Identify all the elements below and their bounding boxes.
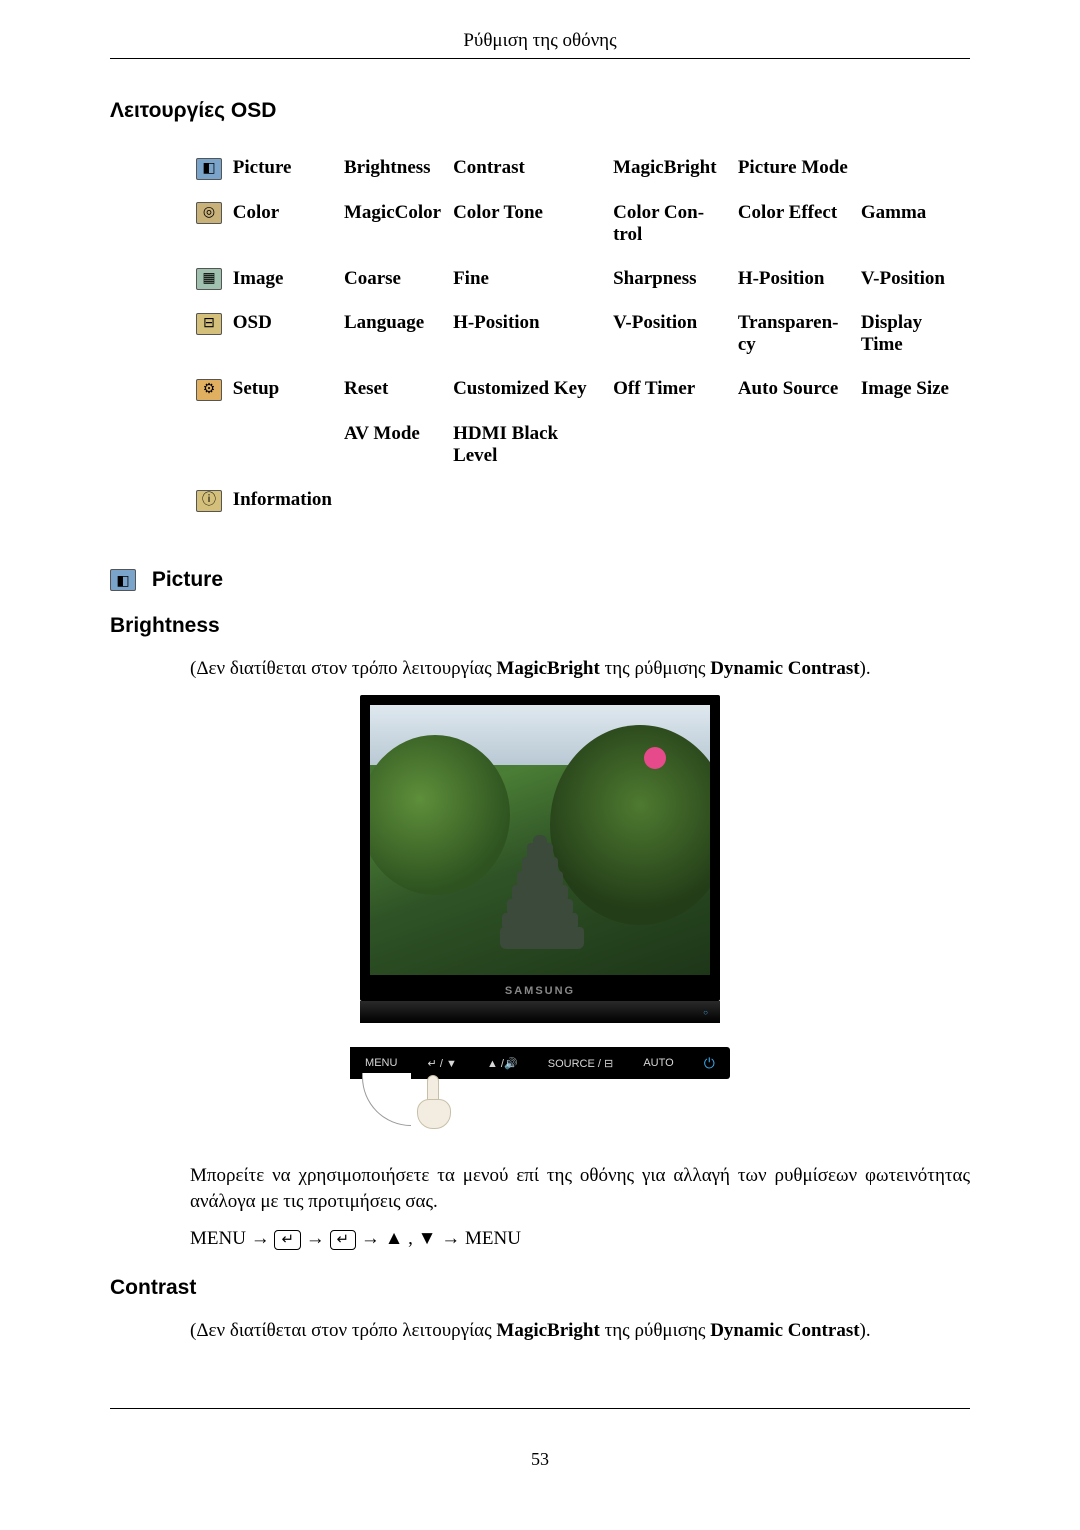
enter-down-button-label: ↵ / ▼ (428, 1057, 457, 1070)
osd-item: Contrast (447, 151, 607, 196)
setup-icon: ⚙ (196, 379, 222, 401)
monitor-brand-label: SAMSUNG (370, 975, 710, 1001)
osd-item: Color Effect (732, 196, 855, 262)
osd-item: Brightness (338, 151, 447, 196)
footer-rule (110, 1408, 970, 1409)
osd-item: Coarse (338, 262, 447, 307)
picture-section-label: Picture (152, 568, 223, 591)
brightness-description: Μπορείτε να χρησιμοποιήσετε τα μενού επί… (190, 1163, 970, 1214)
header-rule (110, 58, 970, 59)
osd-icon: ⊟ (196, 313, 222, 335)
brightness-availability-note: (Δεν διατίθεται στον τρόπο λειτουργίας M… (190, 656, 970, 682)
monitor-controls-illustration: MENU ↵ / ▼ ▲ /🔊 SOURCE / ⊟ AUTO ⏻ (350, 1047, 730, 1135)
monitor-illustration: SAMSUNG ○ (360, 695, 720, 1023)
osd-functions-table: ◧ Picture Brightness Contrast MagicBrigh… (190, 151, 970, 528)
osd-item: Language (338, 306, 447, 372)
osd-item (855, 151, 970, 196)
osd-item: V-Position (607, 306, 732, 372)
table-row: ⓘ Information (190, 483, 970, 528)
table-row: ⚙ Setup Reset Customized Key Off Timer A… (190, 372, 970, 417)
osd-item: Gamma (855, 196, 970, 262)
osd-item: Color Con­trol (607, 196, 732, 262)
osd-item: Transparen­cy (732, 306, 855, 372)
osd-cat-label: Color (233, 202, 279, 223)
table-row: ▦ Image Coarse Fine Sharpness H-Position… (190, 262, 970, 307)
osd-item: AV Mode (338, 417, 447, 483)
up-vol-button-label: ▲ /🔊 (487, 1057, 518, 1070)
contrast-availability-note: (Δεν διατίθεται στον τρόπο λειτουργίας M… (190, 1318, 970, 1344)
osd-item: MagicBright (607, 151, 732, 196)
information-icon: ⓘ (196, 490, 222, 512)
osd-cat-label: Image (233, 268, 284, 289)
brightness-menu-path: MENU → ↵ → ↵ → ▲ , ▼ → MENU (190, 1228, 970, 1250)
page-number: 53 (110, 1449, 970, 1470)
osd-item: Customized Key (447, 372, 607, 417)
picture-section-heading: ◧ Picture (110, 568, 970, 592)
osd-item: H-Position (447, 306, 607, 372)
color-icon: ◎ (196, 202, 222, 224)
osd-functions-heading: Λειτουργίες OSD (110, 99, 970, 123)
osd-item: V-Position (855, 262, 970, 307)
osd-item: H-Position (732, 262, 855, 307)
picture-icon: ◧ (110, 569, 136, 591)
contrast-heading: Contrast (110, 1276, 970, 1300)
enter-key-icon: ↵ (330, 1230, 357, 1250)
osd-item: Fine (447, 262, 607, 307)
osd-item: Auto Source (732, 372, 855, 417)
osd-cat-label: Picture (233, 157, 292, 178)
osd-item: HDMI Black Level (447, 417, 607, 483)
osd-cat-label: OSD (233, 312, 272, 333)
menu-button-label: MENU (365, 1057, 397, 1069)
osd-item: Reset (338, 372, 447, 417)
image-icon: ▦ (196, 268, 222, 290)
table-row: ◧ Picture Brightness Contrast MagicBrigh… (190, 151, 970, 196)
table-row: AV Mode HDMI Black Level (190, 417, 970, 483)
osd-item: Sharpness (607, 262, 732, 307)
brightness-heading: Brightness (110, 614, 970, 638)
enter-key-icon: ↵ (274, 1230, 301, 1250)
osd-item: Color Tone (447, 196, 607, 262)
monitor-stand: ○ (360, 1001, 720, 1023)
osd-cat-label: Setup (233, 378, 279, 399)
table-row: ⊟ OSD Language H-Position V-Position Tra… (190, 306, 970, 372)
source-button-label: SOURCE / ⊟ (548, 1057, 613, 1070)
osd-item: Image Size (855, 372, 970, 417)
osd-cat-label: Information (233, 489, 332, 510)
osd-item: Picture Mode (732, 151, 855, 196)
monitor-screen-image (370, 705, 710, 975)
osd-item: MagicColor (338, 196, 447, 262)
page-header-title: Ρύθμιση της οθόνης (110, 30, 970, 58)
osd-item: Display Time (855, 306, 970, 372)
table-row: ◎ Color MagicColor Color Tone Color Con­… (190, 196, 970, 262)
picture-icon: ◧ (196, 158, 222, 180)
osd-item: Off Timer (607, 372, 732, 417)
auto-button-label: AUTO (643, 1057, 673, 1069)
power-icon: ⏻ (704, 1055, 715, 1072)
hand-pointer-icon (415, 1075, 455, 1135)
